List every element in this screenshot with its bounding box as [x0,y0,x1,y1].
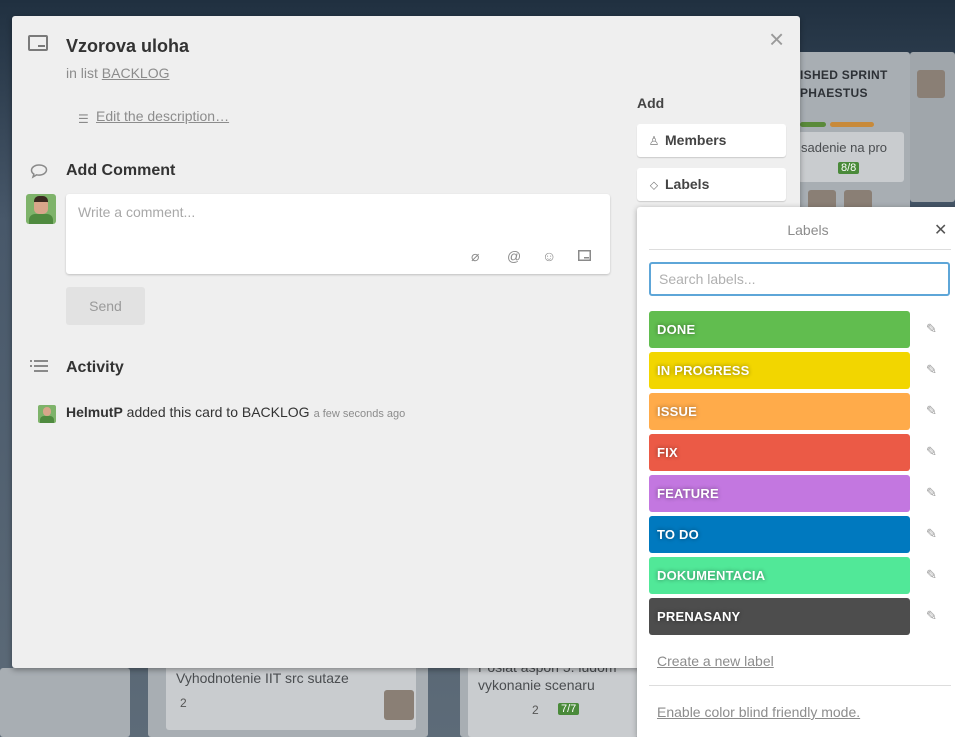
emoji-icon[interactable]: ☺ [542,248,556,264]
label-dokumentacia[interactable]: DOKUMENTACIA [649,557,910,594]
label-row-prenasany: PRENASANY ✎ [649,598,949,635]
bg-list-header-2: PHAESTUS [800,86,868,100]
activity-entry: HelmutP added this card to BACKLOG a few … [66,404,405,420]
bg-avatar [384,690,414,720]
members-label: Members [665,132,727,148]
label-row-in-progress: IN PROGRESS ✎ [649,352,949,389]
labels-popover: Labels ✕ DONE ✎ IN PROGRESS ✎ ISSUE ✎ FI… [637,207,955,737]
comment-icon [30,163,48,184]
mention-icon[interactable]: @ [507,248,521,264]
labels-button[interactable]: ⬦ Labels [637,168,786,201]
create-label-link[interactable]: Create a new label [657,653,774,669]
in-list-prefix: in list [66,65,102,81]
label-prenasany[interactable]: PRENASANY [649,598,910,635]
bg-avatar [917,70,945,98]
bg-card-text: vykonanie scenaru [478,677,595,693]
card-list-info: in list BACKLOG [66,65,170,81]
avatar[interactable] [26,194,56,224]
label-row-dokumentacia: DOKUMENTACIA ✎ [649,557,949,594]
pencil-icon[interactable]: ✎ [926,526,937,542]
label-done[interactable]: DONE [649,311,910,348]
color-blind-mode-link[interactable]: Enable color blind friendly mode. [657,704,860,720]
popover-title: Labels [787,222,829,238]
activity-time[interactable]: a few seconds ago [314,408,406,420]
divider [649,249,951,250]
bg-card: sadenie na pro 8/8 [798,132,904,182]
comment-box: ⌀ @ ☺ [66,194,610,274]
label-fix[interactable]: FIX [649,434,910,471]
activity-heading: Activity [66,359,124,376]
members-button[interactable]: ♙ Members [637,124,786,157]
send-button[interactable]: Send [66,287,145,325]
pencil-icon[interactable]: ✎ [926,485,937,501]
bg-label-bar [800,122,826,127]
card-title[interactable]: Vzorova uloha [66,36,189,57]
add-heading: Add [637,95,665,111]
bg-label-bar [830,122,874,127]
avatar[interactable] [38,405,56,423]
label-in-progress[interactable]: IN PROGRESS [649,352,910,389]
bg-comment-count: 2 [532,703,539,717]
label-issue[interactable]: ISSUE [649,393,910,430]
close-icon[interactable]: × [769,26,784,52]
label-row-issue: ISSUE ✎ [649,393,949,430]
bg-card-text: Vyhodnotenie IIT src sutaze [176,670,349,686]
card-icon [28,35,48,51]
pencil-icon[interactable]: ✎ [926,567,937,583]
label-row-feature: FEATURE ✎ [649,475,949,512]
bg-checklist-badge: 8/8 [838,162,860,174]
search-labels-input[interactable] [649,262,950,296]
label-feature[interactable]: FEATURE [649,475,910,512]
list-link[interactable]: BACKLOG [102,65,170,81]
pencil-icon[interactable]: ✎ [926,362,937,378]
tag-icon: ⬦ [649,178,659,192]
label-to-do[interactable]: TO DO [649,516,910,553]
label-row-done: DONE ✎ [649,311,949,348]
labels-label: Labels [665,176,710,192]
bg-card: Vyhodnotenie IIT src sutaze 2 [166,660,416,730]
activity-action: added this card to BACKLOG [122,404,310,420]
bg-checklist-badge: 7/7 [558,703,580,715]
activity-user[interactable]: HelmutP [66,404,123,420]
label-row-fix: FIX ✎ [649,434,949,471]
bg-card-text: sadenie na pro [801,140,888,155]
bg-comment-count: 2 [180,696,187,710]
description-icon: ☰ [78,112,89,126]
label-row-to-do: TO DO ✎ [649,516,949,553]
card-icon[interactable] [578,248,591,264]
add-comment-heading: Add Comment [66,162,176,179]
pencil-icon[interactable]: ✎ [926,444,937,460]
pencil-icon[interactable]: ✎ [926,403,937,419]
close-icon[interactable]: ✕ [934,220,947,240]
background-list [0,668,130,737]
attachment-icon[interactable]: ⌀ [471,248,479,265]
activity-icon [30,358,48,379]
person-icon: ♙ [648,134,660,148]
comment-input[interactable] [66,194,610,244]
edit-description-link[interactable]: Edit the description… [96,108,229,124]
pencil-icon[interactable]: ✎ [926,608,937,624]
pencil-icon[interactable]: ✎ [926,321,937,337]
bg-list-header: ISHED SPRINT [800,68,888,82]
divider [649,685,951,686]
